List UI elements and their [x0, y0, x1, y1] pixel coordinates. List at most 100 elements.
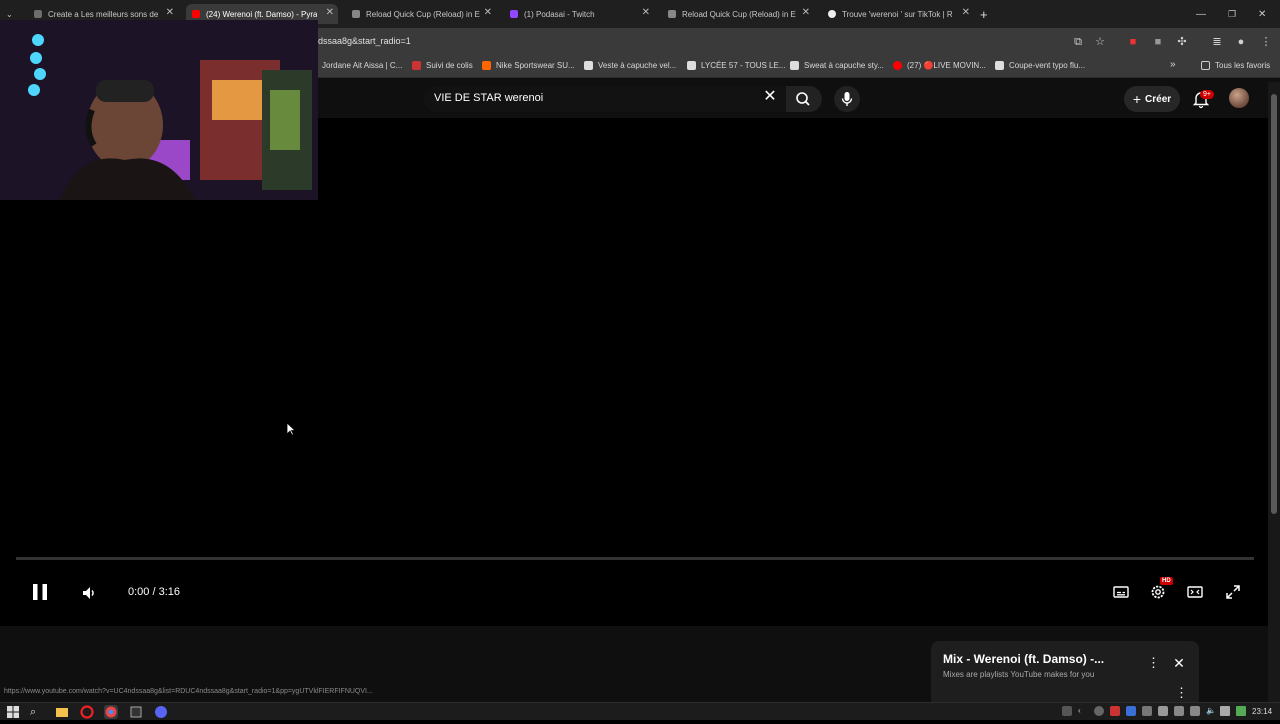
bookmark-star-icon[interactable]: ☆	[1093, 35, 1107, 49]
page-icon	[34, 10, 42, 18]
tray-arrow-icon[interactable]: ‹	[1078, 706, 1088, 716]
minimize-icon[interactable]: —	[1196, 4, 1210, 24]
tray-red-icon[interactable]	[1110, 706, 1120, 716]
tab-reload-quick-cup-2[interactable]: Reload Quick Cup (Reload) in E ✕	[662, 4, 814, 24]
taskbar-clock[interactable]: 23:14	[1252, 707, 1272, 716]
nike-icon	[482, 61, 491, 70]
scrollbar-thumb[interactable]	[1271, 94, 1277, 514]
chevron-down-icon: ⌄	[6, 9, 13, 19]
tray-discord-icon[interactable]	[1062, 706, 1072, 716]
opera-icon[interactable]	[80, 705, 94, 719]
extension-grey-icon[interactable]: ■	[1151, 35, 1165, 49]
close-tab-icon[interactable]: ✕	[484, 7, 492, 18]
tray-app-icon-6[interactable]	[1220, 706, 1230, 716]
volume-button[interactable]	[78, 582, 100, 604]
close-tab-icon[interactable]: ✕	[962, 7, 970, 18]
search-button[interactable]	[786, 86, 822, 112]
tab-tiktok[interactable]: Trouve 'werenoi ' sur TikTok | R ✕	[822, 4, 974, 24]
search-box[interactable]: VIE DE STAR werenoi	[424, 86, 786, 112]
fullscreen-button[interactable]	[1223, 582, 1243, 602]
close-tab-icon[interactable]: ✕	[802, 7, 810, 18]
restore-icon[interactable]: ❐	[1228, 4, 1242, 24]
discord-icon[interactable]	[154, 705, 168, 719]
bookmark-item[interactable]: Coupe-vent typo flu...	[995, 61, 1085, 70]
voice-search-button[interactable]	[834, 86, 860, 112]
search-icon	[796, 92, 810, 106]
new-tab-button[interactable]: +	[980, 4, 996, 24]
avatar[interactable]	[1229, 88, 1249, 108]
twitch-icon	[510, 10, 518, 18]
volume-icon	[83, 587, 94, 599]
shop-icon	[584, 61, 593, 70]
extension-red-icon[interactable]: ■	[1126, 35, 1140, 49]
app-icon[interactable]	[129, 705, 143, 719]
page-icon	[352, 10, 360, 18]
close-tab-icon[interactable]: ✕	[642, 7, 650, 18]
close-tab-icon[interactable]: ✕	[326, 7, 334, 18]
search-input[interactable]: VIE DE STAR werenoi	[434, 92, 543, 104]
pause-button[interactable]	[28, 580, 52, 604]
reading-list-icon[interactable]: ≣	[1210, 35, 1224, 49]
page-icon	[668, 10, 676, 18]
theater-icon	[1187, 586, 1203, 598]
bookmarks-overflow-button[interactable]: »	[1170, 59, 1176, 70]
page-scrollbar[interactable]	[1268, 82, 1280, 702]
plus-icon: +	[1132, 91, 1142, 107]
chrome-icon[interactable]	[104, 705, 118, 719]
subtitles-icon	[1113, 586, 1129, 598]
browser-menu-icon[interactable]: ⋮	[1259, 35, 1273, 49]
tray-app-icon-3[interactable]	[1158, 706, 1168, 716]
bookmark-item[interactable]: Sweat à capuche sty...	[790, 61, 884, 70]
school-icon	[687, 61, 696, 70]
bookmark-item[interactable]: Suivi de colis	[412, 61, 473, 70]
shop-icon	[995, 61, 1004, 70]
gear-icon	[1151, 585, 1165, 599]
mix-subtitle: Mixes are playlists YouTube makes for yo…	[943, 670, 1095, 679]
start-icon[interactable]	[6, 705, 20, 719]
bluetooth-icon[interactable]	[1126, 706, 1136, 716]
clear-search-icon[interactable]: ✕	[760, 88, 780, 108]
tray-app-icon[interactable]	[1094, 706, 1104, 716]
windows-taskbar: ⌕ ‹ 🔈 23:14	[0, 702, 1280, 720]
shop-icon	[790, 61, 799, 70]
tray-app-icon-2[interactable]	[1142, 706, 1152, 716]
create-button[interactable]: + Créer	[1124, 86, 1180, 112]
search-icon[interactable]: ⌕	[30, 705, 44, 719]
video-progress-bar[interactable]	[16, 557, 1254, 560]
file-explorer-icon[interactable]	[55, 705, 69, 719]
close-tab-icon[interactable]: ✕	[166, 7, 174, 18]
profile-icon[interactable]: ●	[1234, 35, 1248, 49]
mix-playlist-card[interactable]: Mix - Werenoi (ft. Damso) -... Mixes are…	[931, 641, 1199, 707]
youtube-icon	[893, 61, 902, 70]
bookmark-item[interactable]: Jordane Ait Aissa | C...	[322, 61, 402, 70]
tray-app-icon-7[interactable]	[1236, 706, 1246, 716]
subtitles-button[interactable]	[1111, 582, 1131, 602]
tab-reload-quick-cup[interactable]: Reload Quick Cup (Reload) in E ✕	[346, 4, 496, 24]
streamer-webcam-overlay	[0, 20, 318, 200]
fullscreen-icon	[1226, 585, 1240, 599]
all-bookmarks-button[interactable]: Tous les favoris	[1201, 61, 1270, 70]
more-options-icon[interactable]: ⋮	[1175, 685, 1188, 701]
speaker-icon[interactable]: 🔈	[1206, 706, 1216, 716]
bookmark-item[interactable]: LYCÉE 57 - TOUS LE...	[687, 61, 785, 70]
bookmark-item[interactable]: (27) 🔴LIVE MOVIN...	[893, 61, 986, 70]
settings-button[interactable]	[1148, 582, 1168, 602]
link-status-url: https://www.youtube.com/watch?v=UC4ndssa…	[4, 688, 373, 695]
extensions-puzzle-icon[interactable]: ✣	[1175, 35, 1189, 49]
close-icon[interactable]: ✕	[1171, 655, 1187, 671]
theater-mode-button[interactable]	[1185, 582, 1205, 602]
tray-app-icon-5[interactable]	[1190, 706, 1200, 716]
bookmark-item[interactable]: Veste à capuche vel...	[584, 61, 676, 70]
more-options-icon[interactable]: ⋮	[1147, 655, 1160, 671]
bookmark-item[interactable]: Nike Sportswear SU...	[482, 61, 575, 70]
url-field[interactable]: dssaa8g&start_radio=1	[318, 36, 411, 46]
notification-count-badge: 9+	[1200, 90, 1214, 99]
time-display: 0:00 / 3:16	[128, 586, 180, 598]
window-close-icon[interactable]: ✕	[1258, 4, 1272, 24]
install-app-icon[interactable]: ⧉	[1071, 35, 1085, 49]
youtube-icon	[192, 10, 200, 18]
mix-title[interactable]: Mix - Werenoi (ft. Damso) -...	[943, 652, 1104, 666]
tray-app-icon-4[interactable]	[1174, 706, 1184, 716]
tab-podasai-twitch[interactable]: (1) Podasai - Twitch ✕	[504, 4, 654, 24]
webcam-image	[0, 20, 318, 200]
